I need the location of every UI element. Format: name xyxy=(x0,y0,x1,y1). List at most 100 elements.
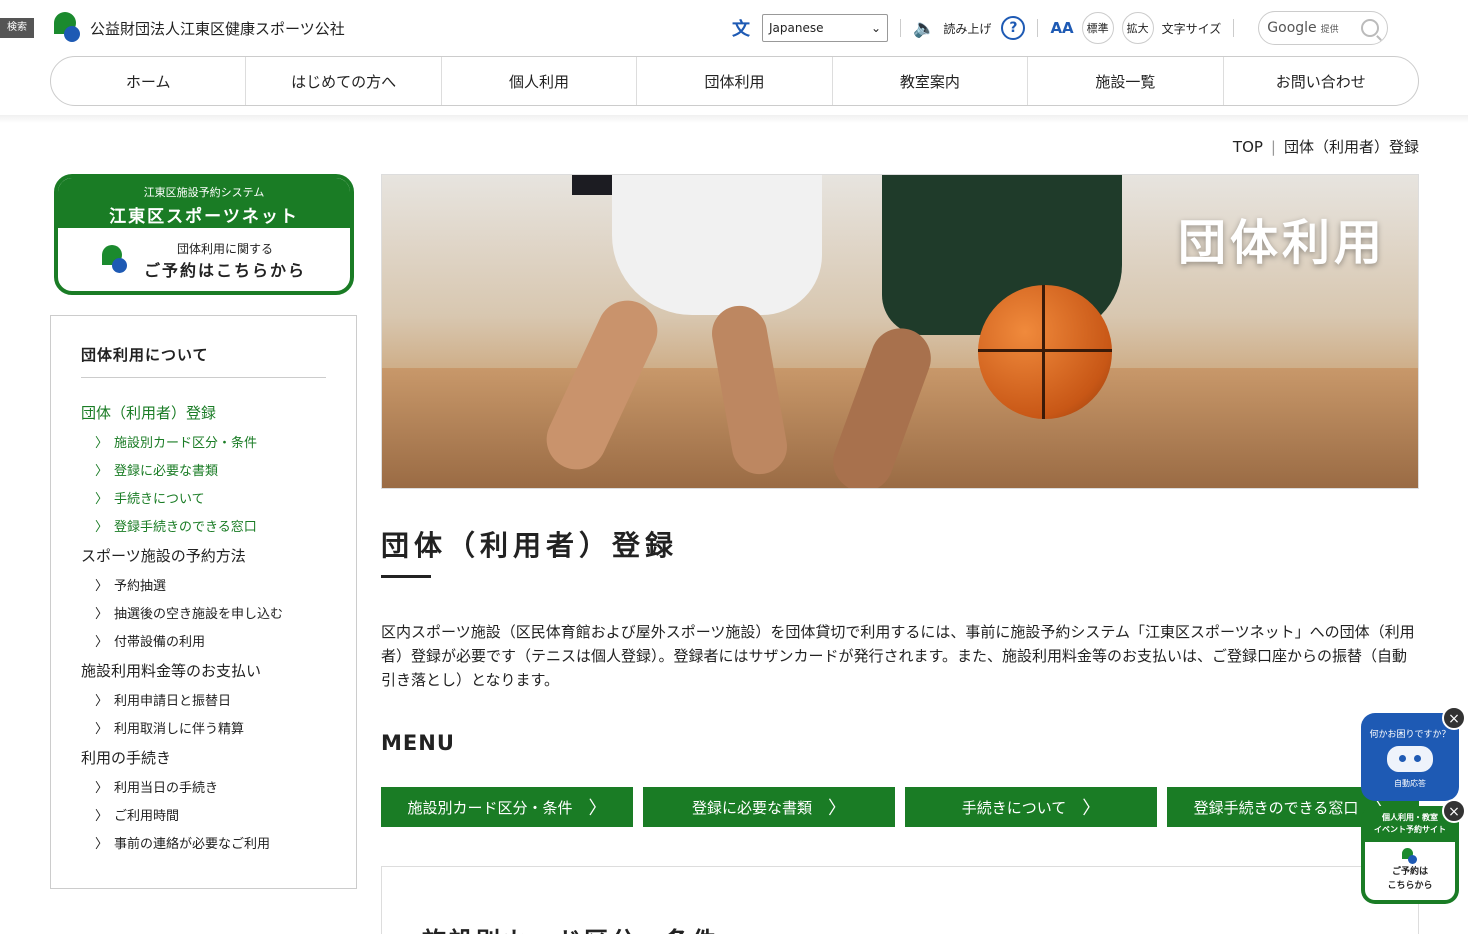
nav-facilities[interactable]: 施設一覧 xyxy=(1028,57,1224,105)
section-card-types: 施設別カード区分・条件 xyxy=(381,866,1419,934)
chevron-right-icon: 〉 xyxy=(588,798,607,819)
google-provided-label: 提供 xyxy=(1320,24,1339,35)
side-item[interactable]: 〉利用当日の手続き xyxy=(81,777,326,796)
event-reserve-widget[interactable]: 個人利用・教室 イベント予約サイト ご予約は こちらから xyxy=(1361,806,1459,904)
divider xyxy=(1037,19,1039,37)
font-size-icon: AA xyxy=(1050,19,1074,37)
chevron-right-icon: 〉 xyxy=(1082,798,1101,819)
chat-close-button[interactable]: × xyxy=(1442,706,1466,730)
side-item[interactable]: 〉ご利用時間 xyxy=(81,805,326,824)
sports-net-reserve-banner[interactable]: 江東区施設予約システム 江東区スポーツネット 団体利用に関する ご予約はこちらか… xyxy=(54,174,354,295)
side-item[interactable]: 〉利用申請日と振替日 xyxy=(81,690,326,709)
chevron-right-icon: 〉 xyxy=(95,492,109,507)
org-name: 公益財団法人江東区健康スポーツ公社 xyxy=(90,19,345,38)
chevron-right-icon: 〉 xyxy=(95,635,109,650)
search-tag[interactable]: 検索 xyxy=(0,18,34,38)
side-group-procedures[interactable]: 利用の手続き xyxy=(81,747,326,768)
site-logo[interactable]: 公益財団法人江東区健康スポーツ公社 xyxy=(52,12,345,44)
menu-button-procedures[interactable]: 手続きについて〉 xyxy=(905,787,1157,827)
help-icon[interactable]: ? xyxy=(1001,16,1026,40)
divider xyxy=(900,19,901,37)
nav-first-time[interactable]: はじめての方へ xyxy=(246,57,442,105)
chevron-right-icon: 〉 xyxy=(95,781,109,796)
search-input[interactable]: Google 提供 xyxy=(1258,11,1389,45)
hero-image: 団体利用 xyxy=(381,174,1419,489)
font-standard-button[interactable]: 標準 xyxy=(1081,12,1114,44)
side-group-registration[interactable]: 団体（利用者）登録 xyxy=(81,402,326,423)
side-item[interactable]: 〉手続きについて xyxy=(81,488,326,507)
font-large-button[interactable]: 拡大 xyxy=(1121,12,1154,44)
chevron-right-icon: 〉 xyxy=(828,798,846,819)
chevron-right-icon: 〉 xyxy=(95,607,109,622)
title-underline xyxy=(381,575,431,578)
side-item[interactable]: 〉事前の連絡が必要なご利用 xyxy=(81,833,326,852)
language-select[interactable]: Japanese ⌄ xyxy=(762,14,888,42)
side-menu: 団体利用について 団体（利用者）登録 〉施設別カード区分・条件 〉登録に必要な書… xyxy=(50,315,357,889)
nav-classes[interactable]: 教室案内 xyxy=(833,57,1029,105)
breadcrumb: TOP | 団体（利用者）登録 xyxy=(1233,136,1419,157)
side-group-reservation[interactable]: スポーツ施設の予約方法 xyxy=(81,545,326,566)
chevron-down-icon: ⌄ xyxy=(870,21,881,35)
robot-icon xyxy=(1387,746,1433,772)
side-menu-title: 団体利用について xyxy=(81,344,326,378)
banner-line2: ご予約はこちらから xyxy=(143,260,306,280)
menu-button-card-types[interactable]: 施設別カード区分・条件〉 xyxy=(381,787,633,827)
chevron-right-icon: 〉 xyxy=(95,579,109,594)
chevron-right-icon: 〉 xyxy=(95,520,109,535)
breadcrumb-top[interactable]: TOP xyxy=(1233,138,1263,156)
header-shadow xyxy=(0,115,1468,123)
google-label: Google xyxy=(1267,20,1317,36)
nav-contact[interactable]: お問い合わせ xyxy=(1224,57,1418,105)
section-title: 施設別カード区分・条件 xyxy=(422,921,719,934)
speaker-icon[interactable]: 🔈 xyxy=(913,18,935,39)
divider xyxy=(1233,19,1235,37)
font-size-label: 文字サイズ xyxy=(1161,21,1222,36)
side-group-payment[interactable]: 施設利用料金等のお支払い xyxy=(81,660,326,681)
nav-individual[interactable]: 個人利用 xyxy=(442,57,638,105)
side-item[interactable]: 〉予約抽選 xyxy=(81,575,326,594)
side-item[interactable]: 〉利用取消しに伴う精算 xyxy=(81,718,326,737)
menu-heading: MENU xyxy=(381,731,455,755)
logo-icon xyxy=(1402,848,1418,864)
menu-button-documents[interactable]: 登録に必要な書類〉 xyxy=(643,787,895,827)
chevron-right-icon: 〉 xyxy=(95,694,109,709)
translate-icon: 文 xyxy=(732,19,750,40)
banner-subtitle: 江東区施設予約システム xyxy=(143,186,265,199)
nav-home[interactable]: ホーム xyxy=(51,57,247,105)
menu-buttons: 施設別カード区分・条件〉 登録に必要な書類〉 手続きについて〉 登録手続きのでき… xyxy=(381,787,1419,827)
chat-label: 自動応答 xyxy=(1394,779,1426,788)
side-item[interactable]: 〉付帯設備の利用 xyxy=(81,631,326,650)
side-item[interactable]: 〉登録に必要な書類 xyxy=(81,460,326,479)
breadcrumb-current: 団体（利用者）登録 xyxy=(1283,138,1419,156)
logo-icon xyxy=(101,245,130,275)
search-icon[interactable] xyxy=(1361,19,1380,37)
side-item[interactable]: 〉抽選後の空き施設を申し込む xyxy=(81,603,326,622)
basketball-icon xyxy=(978,285,1112,419)
chevron-right-icon: 〉 xyxy=(95,809,109,824)
reserve-widget-line2: こちらから xyxy=(1387,881,1433,891)
chevron-right-icon: 〉 xyxy=(95,436,109,451)
nav-group[interactable]: 団体利用 xyxy=(637,57,833,105)
chevron-right-icon: 〉 xyxy=(95,837,109,852)
intro-text: 区内スポーツ施設（区民体育館および屋外スポーツ施設）を団体貸切で利用するには、事… xyxy=(381,623,1415,689)
breadcrumb-divider: | xyxy=(1270,137,1276,156)
logo-icon xyxy=(52,12,82,44)
reserve-widget-line1: ご予約は xyxy=(1391,867,1428,877)
hero-title: 団体利用 xyxy=(1177,215,1386,271)
reserve-close-button[interactable]: × xyxy=(1442,799,1466,823)
language-value: Japanese xyxy=(769,21,824,35)
page-title: 団体（利用者）登録 xyxy=(381,529,679,562)
reserve-widget-body: ご予約は こちらから xyxy=(1365,842,1455,900)
banner-title: 江東区スポーツネット xyxy=(109,207,299,227)
banner-body: 団体利用に関する ご予約はこちらから xyxy=(58,228,350,291)
banner-header: 江東区施設予約システム 江東区スポーツネット xyxy=(58,178,350,228)
side-item[interactable]: 〉施設別カード区分・条件 xyxy=(81,432,326,451)
chat-question: 何かお困りですか？ xyxy=(1369,730,1451,740)
utility-bar: 文 Japanese ⌄ 🔈 読み上げ ? AA 標準 拡大 文字サイズ Goo… xyxy=(728,11,1389,45)
chevron-right-icon: 〉 xyxy=(95,464,109,479)
read-aloud-button[interactable]: 読み上げ xyxy=(943,20,991,37)
global-nav: ホーム はじめての方へ 個人利用 団体利用 教室案内 施設一覧 お問い合わせ xyxy=(50,56,1419,106)
side-item[interactable]: 〉登録手続きのできる窓口 xyxy=(81,516,326,535)
chevron-right-icon: 〉 xyxy=(95,722,109,737)
banner-line1: 団体利用に関する xyxy=(176,241,273,256)
